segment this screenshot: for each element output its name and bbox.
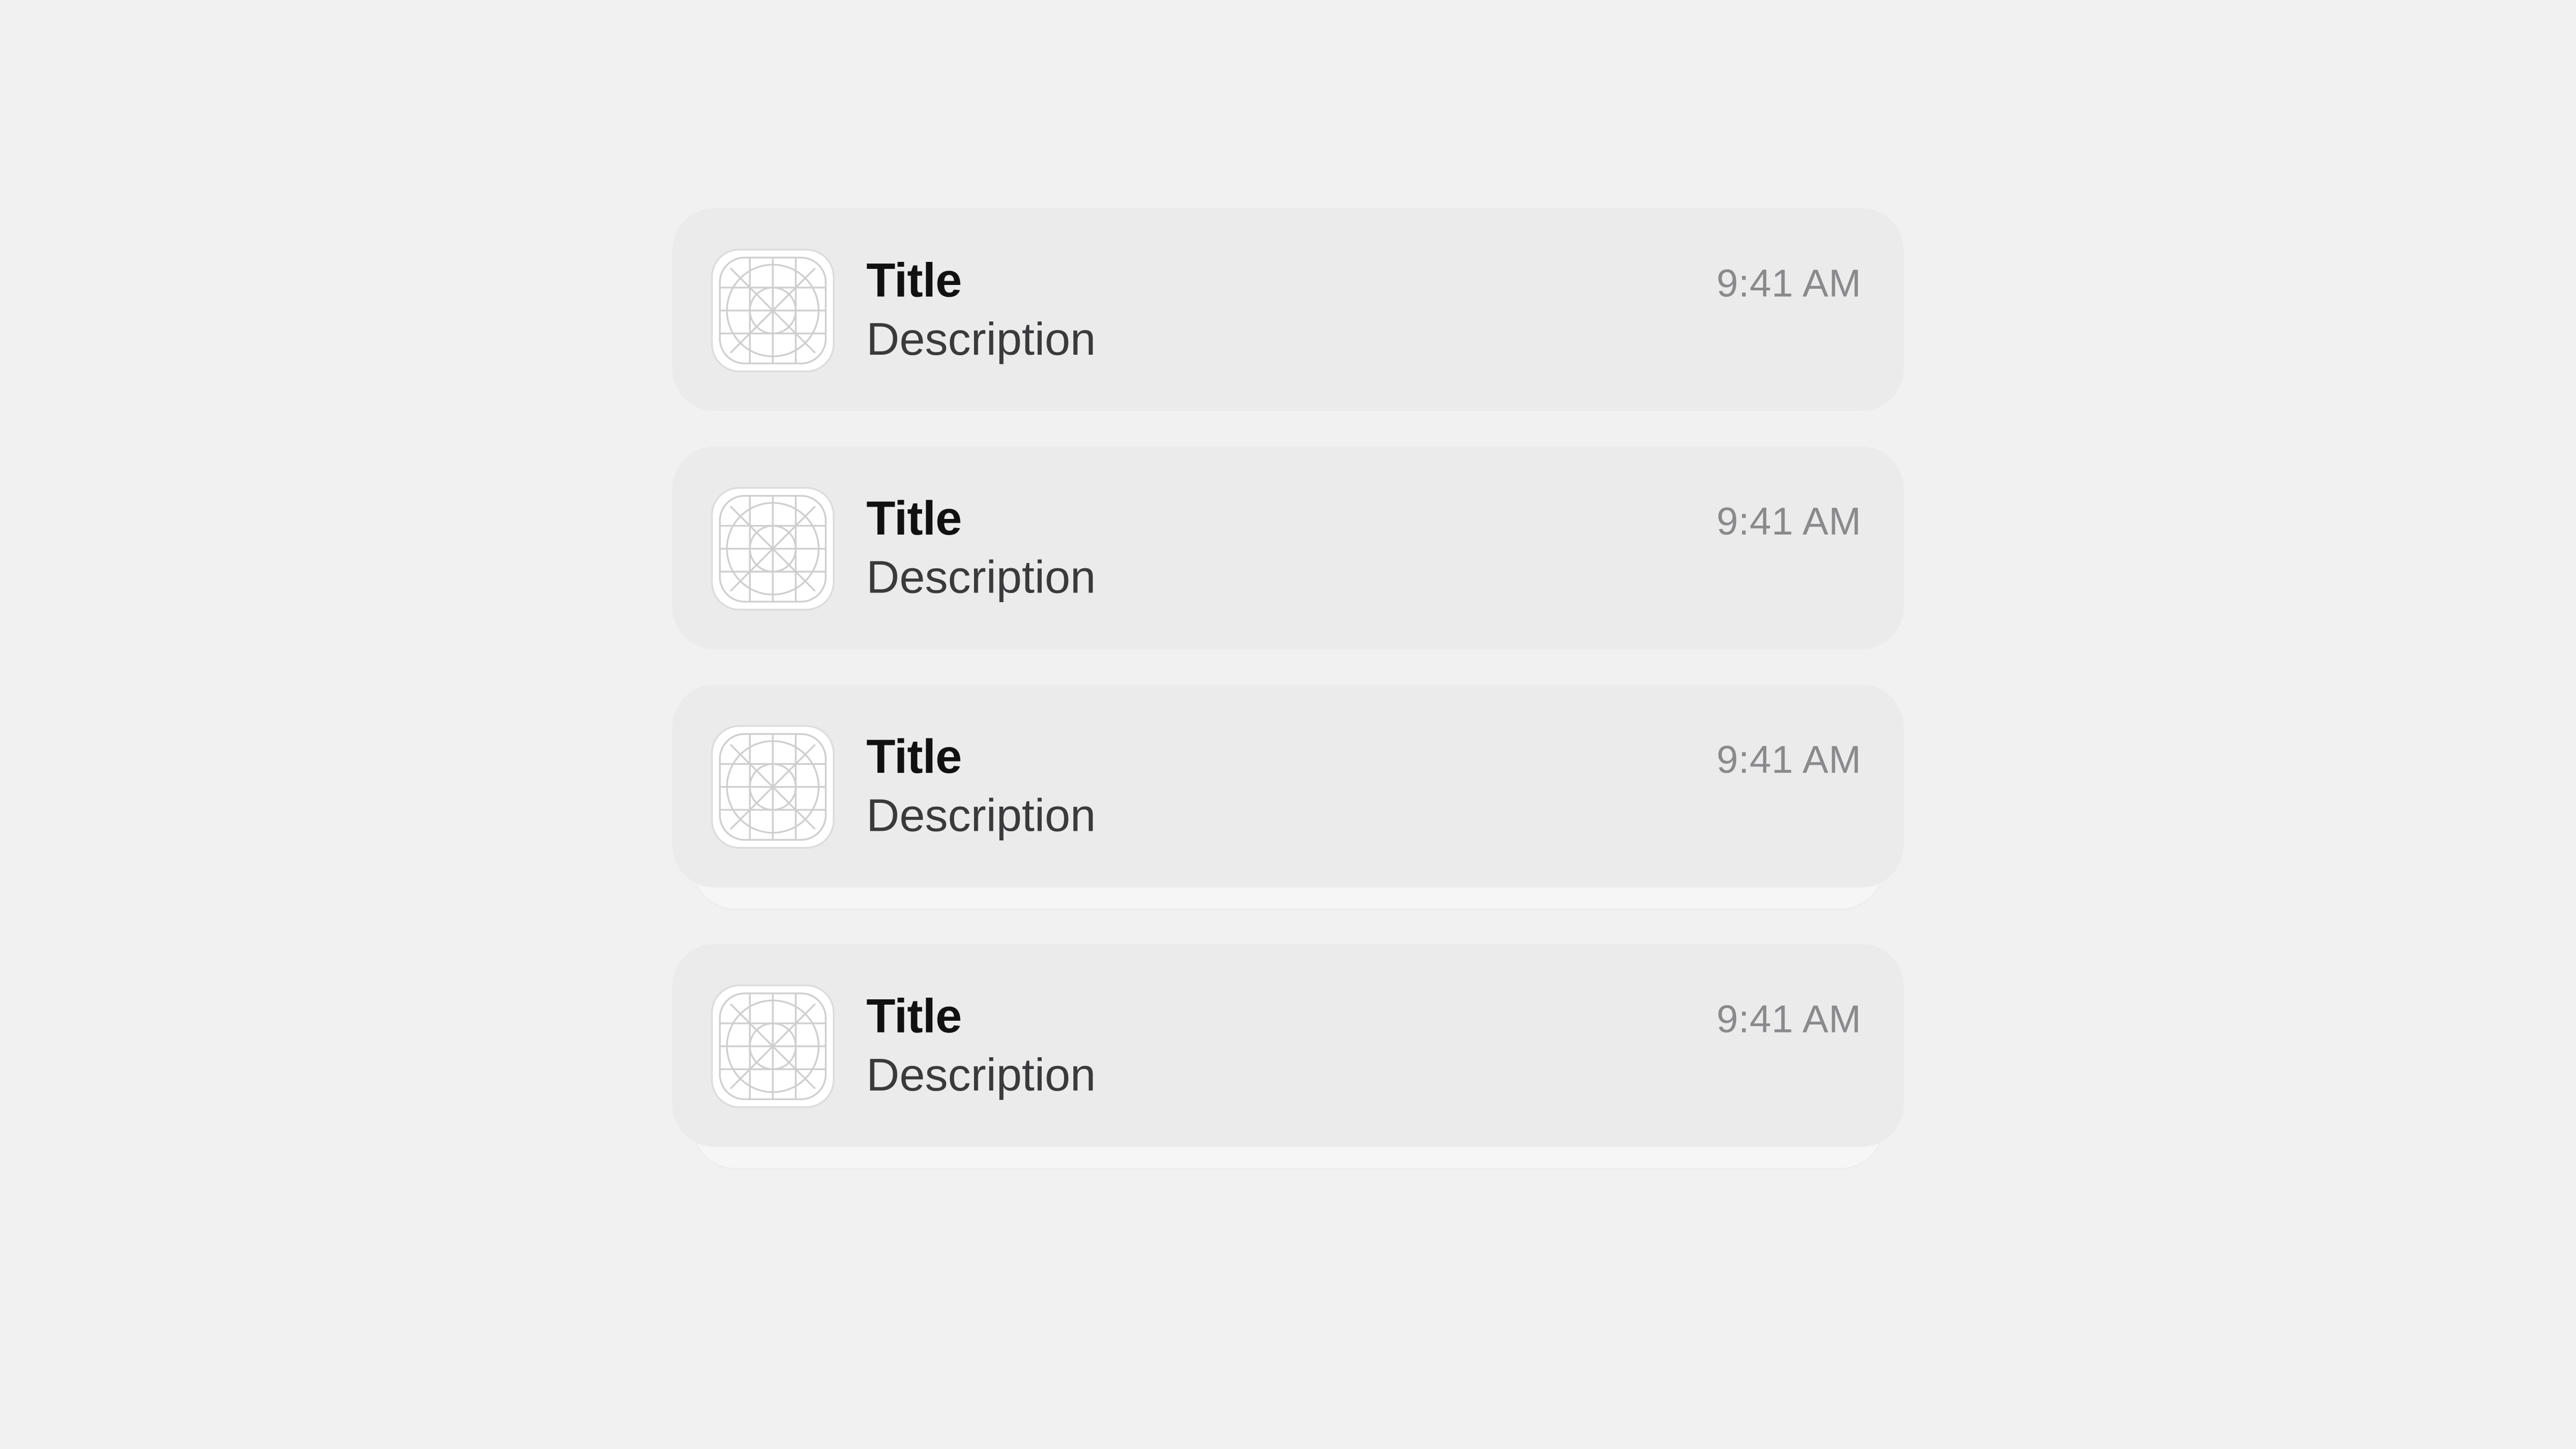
notification-item[interactable]: Title 9:41 AM Description (672, 944, 1904, 1147)
notification-title: Title (866, 253, 962, 308)
app-icon-placeholder-icon (711, 984, 835, 1107)
notification-item[interactable]: Title 9:41 AM Description (672, 208, 1904, 411)
notification-title: Title (866, 492, 962, 546)
notification-time: 9:41 AM (1716, 499, 1861, 544)
notification-time: 9:41 AM (1716, 260, 1861, 306)
notification-description: Description (866, 1047, 1861, 1102)
notification-time: 9:41 AM (1716, 996, 1861, 1042)
app-icon-placeholder-icon (711, 724, 835, 848)
notification-title: Title (866, 989, 962, 1044)
notification-item[interactable]: Title 9:41 AM Description (672, 447, 1904, 649)
app-icon-placeholder-icon (711, 248, 835, 371)
notification-item[interactable]: Title 9:41 AM Description (672, 685, 1904, 888)
notification-title: Title (866, 729, 962, 784)
app-icon-placeholder-icon (711, 486, 835, 610)
notification-time: 9:41 AM (1716, 737, 1861, 782)
notification-list: Title 9:41 AM Description (672, 208, 1904, 1147)
notification-description: Description (866, 550, 1861, 604)
notification-description: Description (866, 788, 1861, 843)
notification-description: Description (866, 311, 1861, 366)
